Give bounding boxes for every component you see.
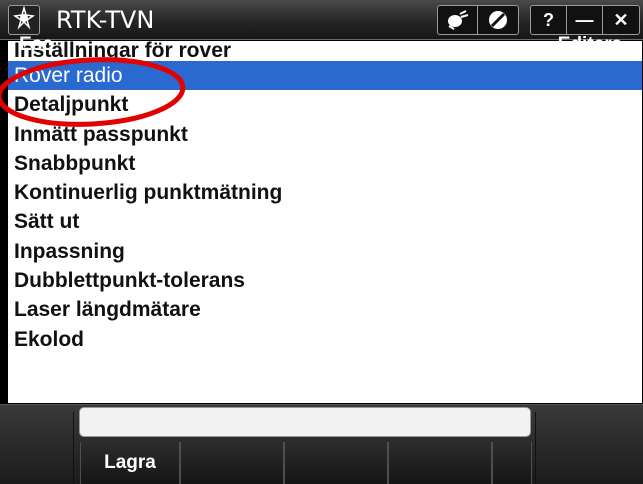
save-button-label: Lagra (104, 452, 156, 473)
list-item-stakeout[interactable]: Sätt ut (8, 207, 642, 236)
save-button[interactable]: Lagra (80, 442, 180, 484)
softkey-empty-3[interactable] (284, 442, 388, 484)
list-item-echo-sounder[interactable]: Ekolod (8, 325, 642, 354)
softkey-empty-5[interactable] (492, 442, 532, 484)
edit-button[interactable]: Editera (537, 8, 643, 82)
divider (535, 412, 536, 484)
status-icons-group (437, 5, 519, 35)
command-input[interactable] (79, 407, 531, 437)
list-item-measured-control-point[interactable]: Inmätt passpunkt (8, 120, 642, 149)
satellite-status-icon[interactable] (438, 6, 478, 34)
list-item-quick-point[interactable]: Snabbpunkt (8, 149, 642, 178)
esc-button[interactable]: Esc (0, 8, 72, 82)
list-item-continuous-point[interactable]: Kontinuerlig punktmätning (8, 178, 642, 207)
list-item-calibration[interactable]: Inpassning (8, 237, 642, 266)
settings-list: Inställningar för rover Rover radio Deta… (7, 40, 643, 404)
softkey-empty-4[interactable] (388, 442, 492, 484)
list-item-detail-point[interactable]: Detaljpunkt (8, 90, 642, 119)
list-item-laser-rangefinder[interactable]: Laser längdmätare (8, 295, 642, 324)
divider (73, 412, 74, 484)
no-signal-icon[interactable] (478, 6, 518, 34)
list-item-duplicate-point-tolerance[interactable]: Dubblettpunkt-tolerans (8, 266, 642, 295)
softkey-empty-2[interactable] (180, 442, 284, 484)
